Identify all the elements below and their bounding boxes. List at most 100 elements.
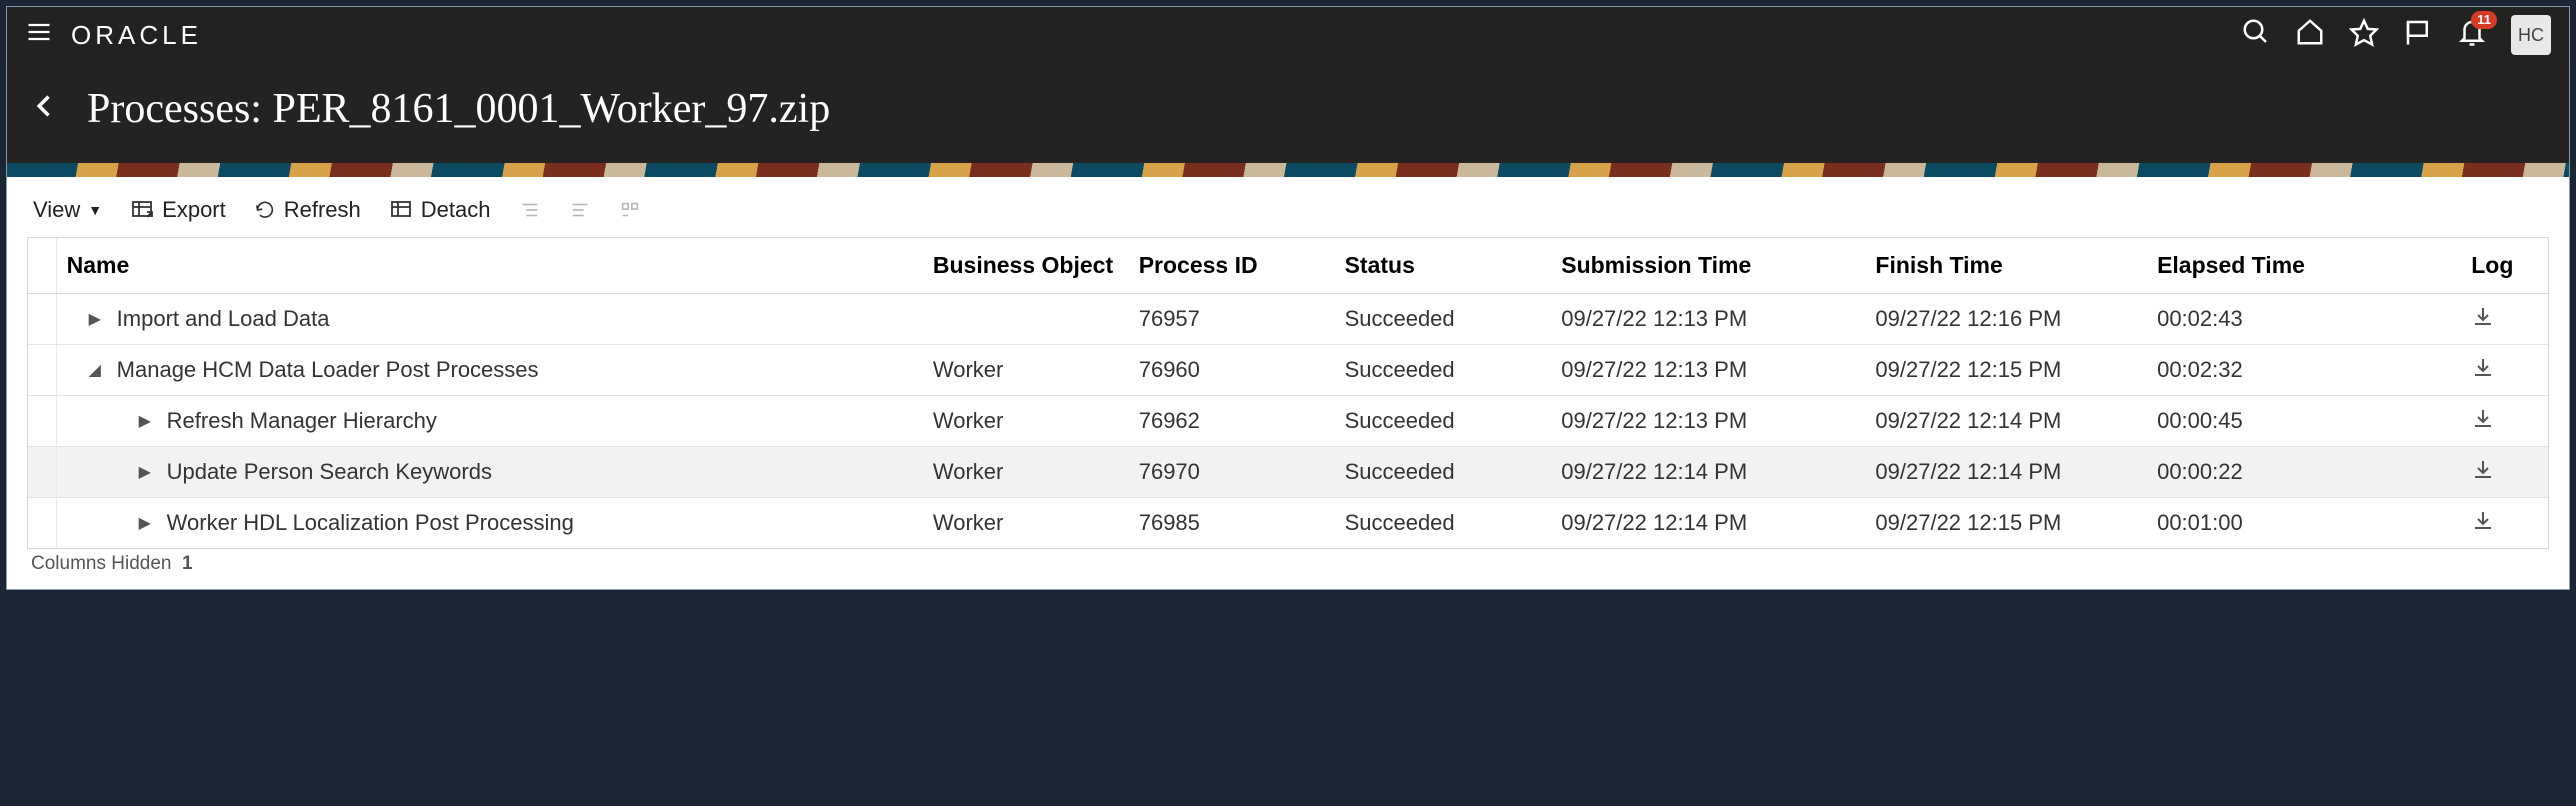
- cell-log: [2461, 396, 2548, 447]
- collapse-icon[interactable]: ◢: [89, 360, 107, 380]
- cell-submission-time: 09/27/22 12:13 PM: [1551, 345, 1865, 396]
- export-label: Export: [162, 197, 226, 223]
- row-stub: [28, 396, 56, 447]
- expand-icon[interactable]: ▶: [139, 462, 157, 482]
- view-menu[interactable]: View ▼: [33, 197, 102, 223]
- col-log[interactable]: Log: [2461, 238, 2548, 294]
- cell-name: ▶ Update Person Search Keywords: [56, 447, 923, 498]
- table-row[interactable]: ▶ Worker HDL Localization Post Processing…: [28, 498, 2548, 549]
- detach-button[interactable]: Detach: [389, 197, 491, 223]
- tree-action-1-icon: [519, 199, 541, 221]
- table-row[interactable]: ▶ Refresh Manager Hierarchy Worker76962Suc…: [28, 396, 2548, 447]
- expand-icon[interactable]: ▶: [139, 411, 157, 431]
- decorative-strip: [7, 163, 2569, 177]
- row-stub: [28, 447, 56, 498]
- process-table: Name Business Object Process ID Status S…: [27, 237, 2549, 549]
- columns-hidden-label: Columns Hidden: [31, 553, 171, 574]
- columns-hidden-note: Columns Hidden 1: [27, 549, 2549, 585]
- cell-name: ▶ Refresh Manager Hierarchy: [56, 396, 923, 447]
- view-label: View: [33, 197, 80, 223]
- notifications-icon[interactable]: 11: [2457, 17, 2487, 53]
- col-finish-time[interactable]: Finish Time: [1865, 238, 2147, 294]
- row-stub: [28, 498, 56, 549]
- download-icon[interactable]: [2471, 359, 2495, 384]
- cell-process-id: 76957: [1129, 294, 1335, 345]
- table-toolbar: View ▼ Export Refresh Detach: [27, 191, 2549, 237]
- cell-status: Succeeded: [1335, 345, 1552, 396]
- cell-name: ▶ Worker HDL Localization Post Processing: [56, 498, 923, 549]
- cell-status: Succeeded: [1335, 447, 1552, 498]
- col-elapsed-time[interactable]: Elapsed Time: [2147, 238, 2461, 294]
- page-header: Processes: PER_8161_0001_Worker_97.zip: [7, 63, 2569, 163]
- cell-business-object: Worker: [923, 447, 1129, 498]
- row-name: Refresh Manager Hierarchy: [167, 408, 437, 434]
- oracle-logo: ORACLE: [71, 20, 202, 51]
- table-row[interactable]: ◢ Manage HCM Data Loader Post Processes Wo…: [28, 345, 2548, 396]
- back-icon[interactable]: [31, 86, 59, 132]
- cell-submission-time: 09/27/22 12:13 PM: [1551, 396, 1865, 447]
- table-header-row: Name Business Object Process ID Status S…: [28, 238, 2548, 294]
- cell-finish-time: 09/27/22 12:16 PM: [1865, 294, 2147, 345]
- app-frame: ORACLE 11 HC Processes: P: [6, 6, 2570, 590]
- cell-elapsed-time: 00:01:00: [2147, 498, 2461, 549]
- cell-elapsed-time: 00:02:43: [2147, 294, 2461, 345]
- download-icon[interactable]: [2471, 461, 2495, 486]
- col-status[interactable]: Status: [1335, 238, 1552, 294]
- col-submission-time[interactable]: Submission Time: [1551, 238, 1865, 294]
- content-area: View ▼ Export Refresh Detach: [7, 177, 2569, 589]
- cell-business-object: Worker: [923, 396, 1129, 447]
- cell-business-object: Worker: [923, 345, 1129, 396]
- cell-process-id: 76985: [1129, 498, 1335, 549]
- cell-process-id: 76960: [1129, 345, 1335, 396]
- cell-business-object: Worker: [923, 498, 1129, 549]
- cell-log: [2461, 498, 2548, 549]
- row-name: Manage HCM Data Loader Post Processes: [117, 357, 539, 383]
- download-icon[interactable]: [2471, 512, 2495, 537]
- cell-submission-time: 09/27/22 12:14 PM: [1551, 498, 1865, 549]
- row-name: Worker HDL Localization Post Processing: [167, 510, 574, 536]
- cell-status: Succeeded: [1335, 294, 1552, 345]
- star-icon[interactable]: [2349, 17, 2379, 53]
- cell-log: [2461, 345, 2548, 396]
- cell-status: Succeeded: [1335, 396, 1552, 447]
- cell-status: Succeeded: [1335, 498, 1552, 549]
- columns-hidden-count: 1: [182, 553, 193, 574]
- row-name: Update Person Search Keywords: [167, 459, 492, 485]
- notification-badge: 11: [2471, 11, 2497, 29]
- row-stub: [28, 294, 56, 345]
- cell-finish-time: 09/27/22 12:14 PM: [1865, 396, 2147, 447]
- cell-finish-time: 09/27/22 12:14 PM: [1865, 447, 2147, 498]
- cell-process-id: 76962: [1129, 396, 1335, 447]
- cell-finish-time: 09/27/22 12:15 PM: [1865, 498, 2147, 549]
- search-icon[interactable]: [2241, 17, 2271, 53]
- col-process-id[interactable]: Process ID: [1129, 238, 1335, 294]
- export-button[interactable]: Export: [130, 197, 226, 223]
- page-title: Processes: PER_8161_0001_Worker_97.zip: [87, 85, 830, 133]
- home-icon[interactable]: [2295, 17, 2325, 53]
- cell-log: [2461, 294, 2548, 345]
- refresh-button[interactable]: Refresh: [254, 197, 361, 223]
- row-stub: [28, 345, 56, 396]
- table-row[interactable]: ▶Import and Load Data76957Succeeded09/27…: [28, 294, 2548, 345]
- row-name: Import and Load Data: [117, 306, 330, 332]
- cell-submission-time: 09/27/22 12:13 PM: [1551, 294, 1865, 345]
- download-icon[interactable]: [2471, 308, 2495, 333]
- expand-icon[interactable]: ▶: [89, 309, 107, 329]
- download-icon[interactable]: [2471, 410, 2495, 435]
- flag-icon[interactable]: [2403, 17, 2433, 53]
- col-name[interactable]: Name: [56, 238, 923, 294]
- cell-log: [2461, 447, 2548, 498]
- col-business-object[interactable]: Business Object: [923, 238, 1129, 294]
- col-stub: [28, 238, 56, 294]
- cell-elapsed-time: 00:02:32: [2147, 345, 2461, 396]
- user-avatar[interactable]: HC: [2511, 15, 2551, 55]
- table-row[interactable]: ▶Update Person Search KeywordsWorker7697…: [28, 447, 2548, 498]
- hamburger-icon[interactable]: [25, 18, 53, 52]
- refresh-label: Refresh: [284, 197, 361, 223]
- global-header: ORACLE 11 HC: [7, 7, 2569, 63]
- cell-name: ◢ Manage HCM Data Loader Post Processes: [56, 345, 923, 396]
- detach-label: Detach: [421, 197, 491, 223]
- cell-submission-time: 09/27/22 12:14 PM: [1551, 447, 1865, 498]
- cell-business-object: [923, 294, 1129, 345]
- expand-icon[interactable]: ▶: [139, 513, 157, 533]
